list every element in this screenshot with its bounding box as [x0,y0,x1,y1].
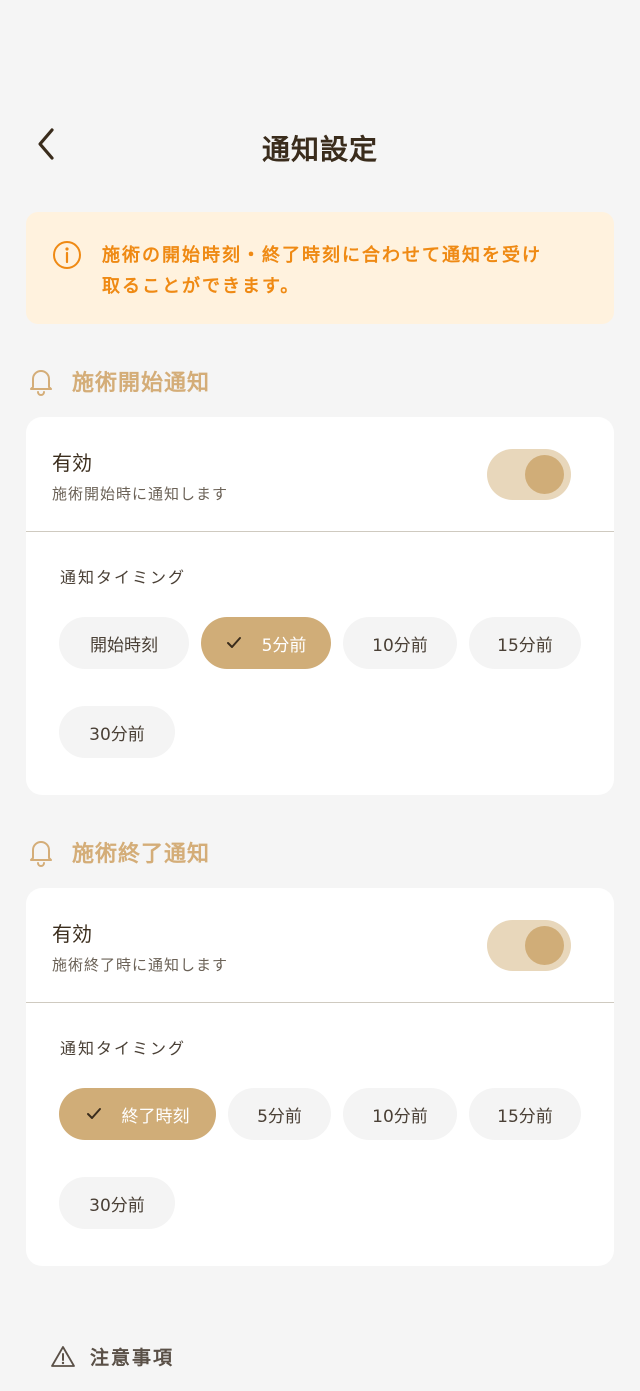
bell-icon [30,370,52,396]
start-enable-toggle[interactable] [487,449,571,500]
start-option-start-time[interactable]: 開始時刻 [59,617,189,669]
start-section-title-text: 施術開始通知 [72,371,211,396]
warning-icon [51,1345,75,1367]
end-section-title: 施術終了通知 [26,832,210,872]
end-timing-label: 通知タイミング [60,1039,187,1058]
start-notification-card: 有効 施術開始時に通知します 通知タイミング 開始時刻 5分前 10分前 15分… [26,417,614,795]
start-timing-label: 通知タイミング [60,568,187,587]
end-option-15min[interactable]: 15分前 [469,1088,581,1140]
toggle-knob [525,455,564,494]
end-enable-toggle[interactable] [487,920,571,971]
end-option-end-time[interactable]: 終了時刻 [59,1088,216,1140]
info-text: 施術の開始時刻・終了時刻に合わせて通知を受け 取ることができます。 [102,240,542,302]
page-title: 通知設定 [261,133,378,166]
notice-title: 注意事項 [90,1347,175,1369]
chip-label: 15分前 [497,635,553,656]
chip-label: 30分前 [89,1195,145,1216]
end-section-title-text: 施術終了通知 [72,842,211,867]
start-option-10min[interactable]: 10分前 [343,617,457,669]
end-enable-desc: 施術終了時に通知します [52,956,229,974]
start-enable-label: 有効 [52,451,92,475]
end-option-5min[interactable]: 5分前 [228,1088,331,1140]
end-notification-card: 有効 施術終了時に通知します 通知タイミング 終了時刻 5分前 10分前 15分… [26,888,614,1266]
chip-label: 終了時刻 [121,1106,190,1127]
end-option-10min[interactable]: 10分前 [343,1088,457,1140]
end-option-30min[interactable]: 30分前 [59,1177,175,1229]
start-section-title: 施術開始通知 [26,361,210,401]
chip-label: 開始時刻 [90,635,158,656]
start-option-15min[interactable]: 15分前 [469,617,581,669]
check-icon [226,637,241,648]
chip-label: 5分前 [261,635,307,656]
check-icon [86,1108,101,1119]
chip-label: 30分前 [89,724,145,745]
chip-label: 10分前 [372,1106,428,1127]
header: 通知設定 [0,110,640,180]
toggle-knob [525,926,564,965]
start-enable-desc: 施術開始時に通知します [52,485,229,503]
chip-label: 10分前 [372,635,428,656]
bell-icon [30,841,52,867]
end-enable-row: 有効 施術終了時に通知します [26,888,614,1003]
start-option-5min[interactable]: 5分前 [201,617,331,669]
chip-label: 15分前 [497,1106,553,1127]
start-option-30min[interactable]: 30分前 [59,706,175,758]
end-enable-label: 有効 [52,922,92,946]
chip-label: 5分前 [257,1106,302,1127]
info-text-line2: 取ることができます。 [102,276,301,297]
notice-section: 注意事項 [50,1343,174,1370]
info-banner: 施術の開始時刻・終了時刻に合わせて通知を受け 取ることができます。 [26,212,614,324]
info-icon [53,241,81,269]
info-text-line1: 施術の開始時刻・終了時刻に合わせて通知を受け [102,245,542,266]
start-enable-row: 有効 施術開始時に通知します [26,417,614,532]
